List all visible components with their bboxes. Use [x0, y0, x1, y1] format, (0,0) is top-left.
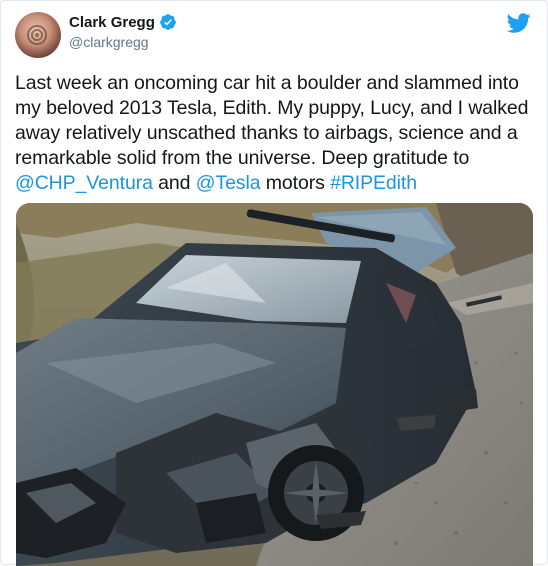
tweet-text: Last week an oncoming car hit a boulder … [15, 71, 537, 196]
tweet-text-part2: and [152, 172, 196, 194]
tweet-photo[interactable] [16, 203, 533, 566]
tweet-text-part1: Last week an oncoming car hit a boulder … [15, 72, 529, 169]
author-block[interactable]: Clark Gregg @clarkgregg [69, 13, 177, 50]
hashtag-ripedith[interactable]: #RIPEdith [330, 172, 417, 194]
tweet-card: Clark Gregg @clarkgregg Last week an onc… [0, 0, 548, 566]
twitter-bird-icon[interactable] [507, 11, 531, 35]
user-handle[interactable]: @clarkgregg [69, 34, 177, 50]
tweet-text-part3: motors [260, 172, 331, 194]
crashed-car-photo [16, 203, 533, 566]
mention-chp-ventura[interactable]: @CHP_Ventura [15, 172, 153, 194]
avatar-tattoo-detail [25, 24, 49, 46]
tweet-header: Clark Gregg @clarkgregg [15, 9, 533, 59]
verified-badge-icon [160, 14, 176, 30]
name-row: Clark Gregg [69, 13, 177, 31]
display-name[interactable]: Clark Gregg [69, 14, 155, 31]
mention-tesla[interactable]: @Tesla [196, 172, 261, 194]
avatar[interactable] [15, 12, 61, 58]
